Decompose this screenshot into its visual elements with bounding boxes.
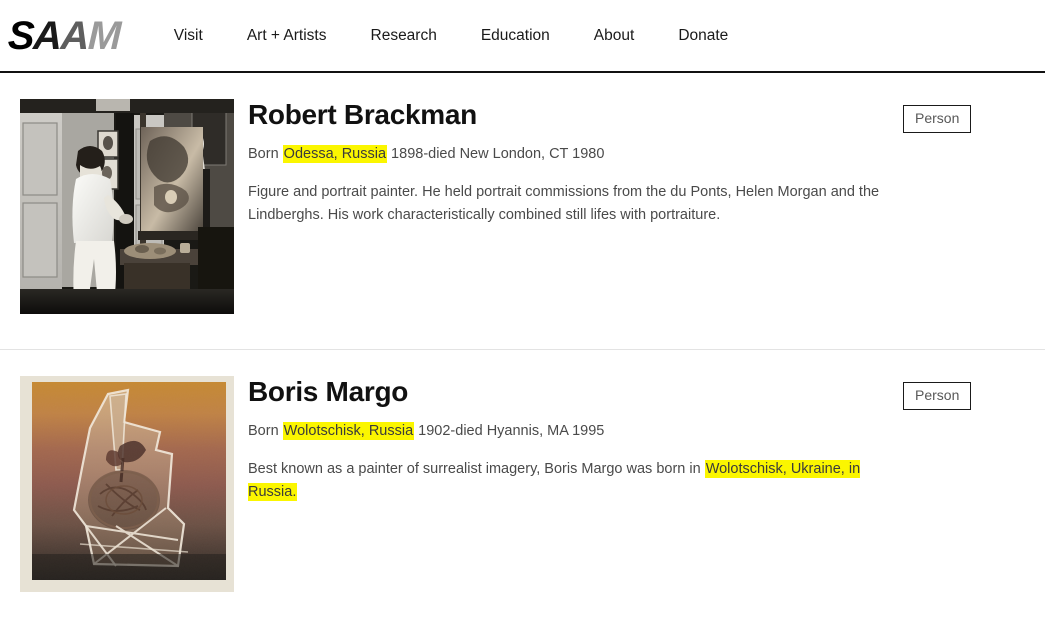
nav-item-art-artists[interactable]: Art + Artists xyxy=(225,21,349,51)
nav-item-research[interactable]: Research xyxy=(349,21,459,51)
main-navigation: Visit Art + Artists Research Education A… xyxy=(152,21,751,51)
nav-item-education[interactable]: Education xyxy=(459,21,572,51)
nav-item-donate[interactable]: Donate xyxy=(656,21,750,51)
logo-letter-a1: A xyxy=(32,13,62,58)
meta-highlight: Wolotschisk, Russia xyxy=(282,421,415,440)
meta-suffix: 1898-died New London, CT 1980 xyxy=(387,145,605,162)
result-life-dates: Born Wolotschisk, Russia 1902-died Hyann… xyxy=(248,421,903,443)
result-title[interactable]: Boris Margo xyxy=(248,376,903,408)
meta-prefix: Born xyxy=(248,422,283,439)
result-description: Figure and portrait painter. He held por… xyxy=(248,183,880,224)
result-thumbnail-link[interactable] xyxy=(20,99,234,314)
result-description: Best known as a painter of surrealist im… xyxy=(248,458,903,505)
search-results-list: Robert Brackman Born Odessa, Russia 1898… xyxy=(0,73,1045,592)
site-header: SAAM Visit Art + Artists Research Educat… xyxy=(0,0,1045,73)
result-life-dates: Born Odessa, Russia 1898-died New London… xyxy=(248,144,903,166)
result-title[interactable]: Robert Brackman xyxy=(248,99,903,131)
surrealist-print-image xyxy=(20,376,234,592)
saam-logo[interactable]: SAAM xyxy=(7,13,121,58)
result-item: Boris Margo Born Wolotschisk, Russia 190… xyxy=(0,349,1045,592)
logo-letter-a2: A xyxy=(59,13,89,58)
status-badge[interactable]: Person xyxy=(903,382,972,410)
logo-letter-s: S xyxy=(7,13,34,58)
logo-letter-m: M xyxy=(87,13,121,58)
artist-studio-photo xyxy=(20,99,234,314)
result-badge-area: Person xyxy=(903,99,1023,133)
result-content: Robert Brackman Born Odessa, Russia 1898… xyxy=(248,99,903,228)
result-badge-area: Person xyxy=(903,376,1023,410)
nav-item-visit[interactable]: Visit xyxy=(152,21,225,51)
meta-highlight: Odessa, Russia xyxy=(282,144,388,163)
meta-suffix: 1902-died Hyannis, MA 1995 xyxy=(414,422,605,439)
result-item: Robert Brackman Born Odessa, Russia 1898… xyxy=(0,73,1045,314)
meta-prefix: Born xyxy=(248,145,283,162)
description-prefix: Best known as a painter of surrealist im… xyxy=(248,460,705,477)
nav-item-about[interactable]: About xyxy=(572,21,657,51)
result-content: Boris Margo Born Wolotschisk, Russia 190… xyxy=(248,376,903,505)
result-thumbnail-link[interactable] xyxy=(20,376,234,592)
status-badge[interactable]: Person xyxy=(903,105,972,133)
